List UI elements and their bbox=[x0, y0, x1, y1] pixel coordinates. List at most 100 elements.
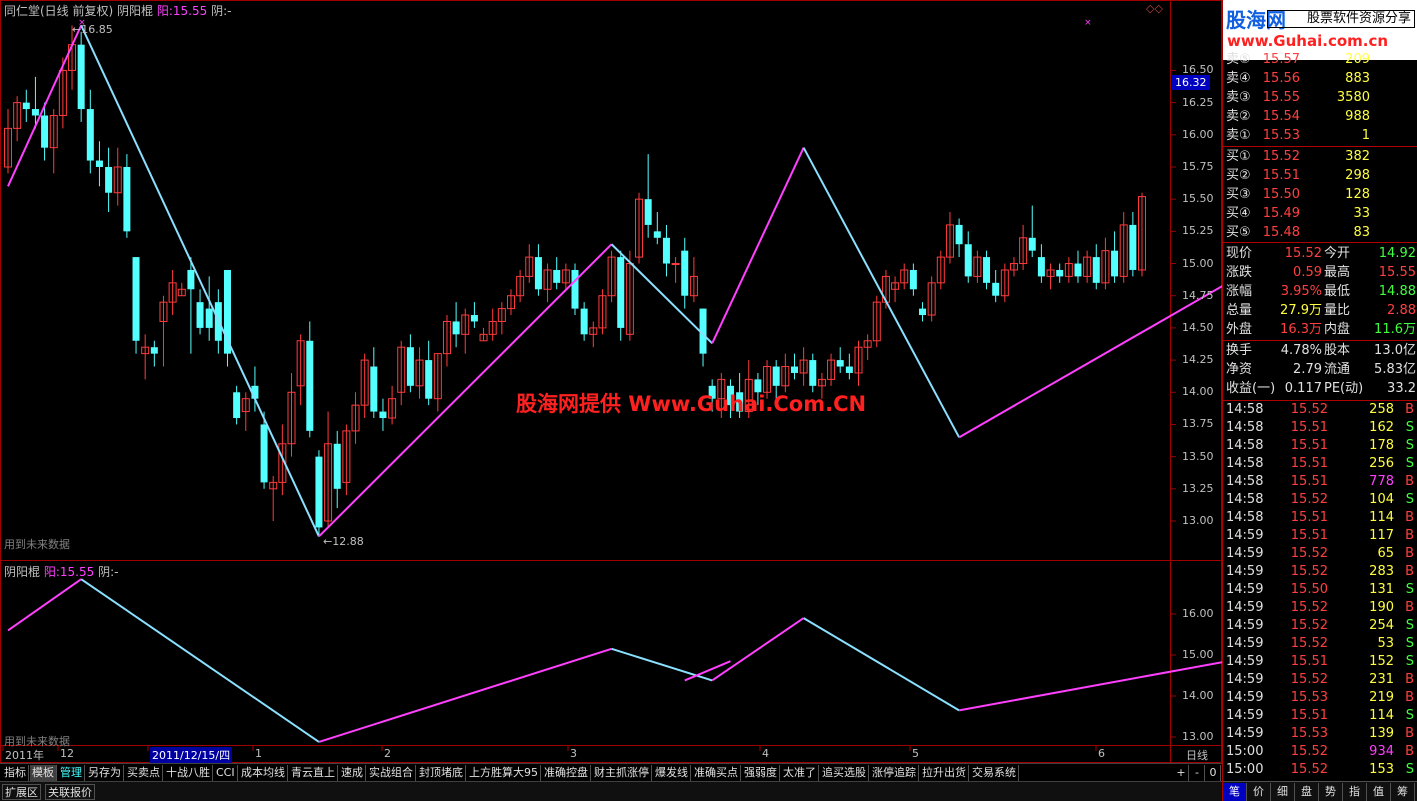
toolbar-item-5[interactable]: 十战八胜 bbox=[164, 765, 213, 781]
tick-row[interactable]: 15:00 15.52 153 S bbox=[1223, 761, 1417, 779]
tick-row[interactable]: 14:59 15.52 65 B bbox=[1223, 545, 1417, 563]
right-tab-1[interactable]: 价 bbox=[1247, 783, 1271, 801]
tick-time: 14:59 bbox=[1226, 618, 1264, 633]
tick-row[interactable]: 14:59 15.51 114 S bbox=[1223, 707, 1417, 725]
tick-price: 15.52 bbox=[1290, 744, 1328, 759]
candle-body bbox=[1028, 237, 1036, 251]
toolbar-item-3[interactable]: 另存为 bbox=[86, 765, 124, 781]
tick-row[interactable]: 14:58 15.51 256 S bbox=[1223, 455, 1417, 473]
tick-row[interactable]: 14:59 15.51 152 S bbox=[1223, 653, 1417, 671]
toolbar-item-14[interactable]: 财主抓涨停 bbox=[592, 765, 652, 781]
ask-row[interactable]: 卖③ 15.55 3580 bbox=[1223, 88, 1417, 107]
toolbar-item-10[interactable]: 实战组合 bbox=[367, 765, 416, 781]
toolbar-item-12[interactable]: 上方胜算大95 bbox=[467, 765, 541, 781]
right-tab-5[interactable]: 指 bbox=[1343, 783, 1367, 801]
tick-row[interactable]: 14:58 15.51 162 S bbox=[1223, 419, 1417, 437]
tick-volume: 131 bbox=[1369, 582, 1394, 597]
tick-row[interactable]: 14:59 15.52 53 S bbox=[1223, 635, 1417, 653]
stat-value-2: 11.6万 bbox=[1374, 322, 1416, 337]
toolbar-item-11[interactable]: 封顶堵底 bbox=[417, 765, 466, 781]
stat-row[interactable]: 总量 27.9万 量比 2.88 bbox=[1223, 301, 1417, 320]
toolbar-item-8[interactable]: 青云直上 bbox=[289, 765, 338, 781]
tick-row[interactable]: 14:59 15.52 231 B bbox=[1223, 671, 1417, 689]
fin-row[interactable]: 换手 4.78% 股本 13.0亿 bbox=[1223, 341, 1417, 360]
right-tab-6[interactable]: 值 bbox=[1367, 783, 1391, 801]
bottom-tab-1[interactable]: 关联报价 bbox=[45, 784, 95, 800]
ask-price: 15.56 bbox=[1262, 71, 1300, 86]
bottom-tab-0[interactable]: 扩展区 bbox=[2, 784, 41, 800]
stat-label: 总量 bbox=[1226, 303, 1253, 318]
bid-row[interactable]: 买① 15.52 382 bbox=[1223, 147, 1417, 166]
tick-time: 14:58 bbox=[1226, 456, 1264, 471]
toolbar-item-19[interactable]: 追买选股 bbox=[820, 765, 869, 781]
tick-row[interactable]: 14:59 15.52 283 B bbox=[1223, 563, 1417, 581]
period-label[interactable]: 日线 bbox=[1186, 747, 1208, 763]
tick-row[interactable]: 14:59 15.51 117 B bbox=[1223, 527, 1417, 545]
toolbar-item-0[interactable]: 指标 bbox=[2, 765, 29, 781]
fin-label-2: PE(动) bbox=[1324, 381, 1364, 396]
toolbar-item-16[interactable]: 准确买点 bbox=[692, 765, 741, 781]
stat-row[interactable]: 外盘 16.3万 内盘 11.6万 bbox=[1223, 320, 1417, 339]
tick-row[interactable]: 14:59 15.50 131 S bbox=[1223, 581, 1417, 599]
tick-row[interactable]: 14:59 15.53 219 B bbox=[1223, 689, 1417, 707]
toolbar-item-1[interactable]: 模板 bbox=[30, 765, 57, 781]
candle-body bbox=[983, 257, 991, 283]
stat-label: 涨幅 bbox=[1226, 284, 1253, 299]
right-tab-3[interactable]: 盘 bbox=[1295, 783, 1319, 801]
fin-row[interactable]: 收益(一) 0.117 PE(动) 33.2 bbox=[1223, 379, 1417, 398]
stat-row[interactable]: 涨跌 0.59 最高 15.55 bbox=[1223, 263, 1417, 282]
ask-row[interactable]: 卖④ 15.56 883 bbox=[1223, 69, 1417, 88]
right-tab-2[interactable]: 细 bbox=[1271, 783, 1295, 801]
stat-row[interactable]: 现价 15.52 今开 14.92 bbox=[1223, 244, 1417, 263]
ask-row[interactable]: 卖② 15.54 988 bbox=[1223, 107, 1417, 126]
tick-row[interactable]: 14:58 15.51 178 S bbox=[1223, 437, 1417, 455]
fin-row[interactable]: 净资 2.79 流通 5.83亿 bbox=[1223, 360, 1417, 379]
toolbar-item-20[interactable]: 涨停追踪 bbox=[870, 765, 919, 781]
bid-row[interactable]: 买② 15.51 298 bbox=[1223, 166, 1417, 185]
right-tab-0[interactable]: 笔 bbox=[1223, 783, 1247, 801]
bid-price: 15.52 bbox=[1262, 149, 1300, 164]
fin-value-2: 13.0亿 bbox=[1374, 343, 1416, 358]
tick-row[interactable]: 15:00 15.52 934 B bbox=[1223, 743, 1417, 761]
candle-body bbox=[86, 109, 94, 161]
candle-body bbox=[681, 250, 689, 296]
toolbar-item-9[interactable]: 速成 bbox=[339, 765, 366, 781]
zoom-button-0[interactable]: + bbox=[1174, 765, 1189, 781]
yin-label: 阴: bbox=[211, 4, 228, 18]
toolbar-item-7[interactable]: 成本均线 bbox=[239, 765, 288, 781]
zoom-button-2[interactable]: 0 bbox=[1206, 765, 1221, 781]
tick-row[interactable]: 14:59 15.52 254 S bbox=[1223, 617, 1417, 635]
toolbar-item-13[interactable]: 准确控盘 bbox=[542, 765, 591, 781]
bid-row[interactable]: 买④ 15.49 33 bbox=[1223, 204, 1417, 223]
right-tab-7[interactable]: 筹 bbox=[1391, 783, 1415, 801]
ask-row[interactable]: 卖① 15.53 1 bbox=[1223, 126, 1417, 145]
bid-row[interactable]: 买⑤ 15.48 83 bbox=[1223, 223, 1417, 242]
right-tab-4[interactable]: 势 bbox=[1319, 783, 1343, 801]
stat-label: 外盘 bbox=[1226, 322, 1253, 337]
ask-row[interactable]: 卖⑤ 15.57 209 bbox=[1223, 50, 1417, 69]
toolbar-item-18[interactable]: 太准了 bbox=[781, 765, 819, 781]
date-label: 2011/12/15/四 bbox=[150, 747, 233, 763]
tick-row[interactable]: 14:58 15.52 104 S bbox=[1223, 491, 1417, 509]
corner-icons[interactable]: ◇◇ bbox=[1146, 2, 1163, 15]
toolbar-item-6[interactable]: CCI bbox=[214, 765, 238, 781]
tick-row[interactable]: 14:59 15.53 139 B bbox=[1223, 725, 1417, 743]
toolbar-item-2[interactable]: 管理 bbox=[58, 765, 85, 781]
toolbar-item-17[interactable]: 强弱度 bbox=[742, 765, 780, 781]
kline-chart[interactable]: × × bbox=[0, 0, 1222, 763]
tick-row[interactable]: 14:59 15.52 190 B bbox=[1223, 599, 1417, 617]
toolbar-item-15[interactable]: 爆发线 bbox=[653, 765, 691, 781]
tick-row[interactable]: 14:58 15.52 258 B bbox=[1223, 401, 1417, 419]
tick-row[interactable]: 14:58 15.51 114 B bbox=[1223, 509, 1417, 527]
tick-volume: 65 bbox=[1377, 546, 1394, 561]
bid-volume: 382 bbox=[1345, 149, 1370, 164]
toolbar-item-22[interactable]: 交易系统 bbox=[970, 765, 1019, 781]
sub-tick-label: 14.00 bbox=[1182, 689, 1214, 702]
zoom-button-1[interactable]: - bbox=[1190, 765, 1205, 781]
bid-row[interactable]: 买③ 15.50 128 bbox=[1223, 185, 1417, 204]
toolbar-item-4[interactable]: 买卖点 bbox=[125, 765, 163, 781]
toolbar-item-21[interactable]: 拉升出货 bbox=[920, 765, 969, 781]
candle-body bbox=[964, 244, 972, 277]
tick-row[interactable]: 14:58 15.51 778 B bbox=[1223, 473, 1417, 491]
stat-row[interactable]: 涨幅 3.95% 最低 14.88 bbox=[1223, 282, 1417, 301]
